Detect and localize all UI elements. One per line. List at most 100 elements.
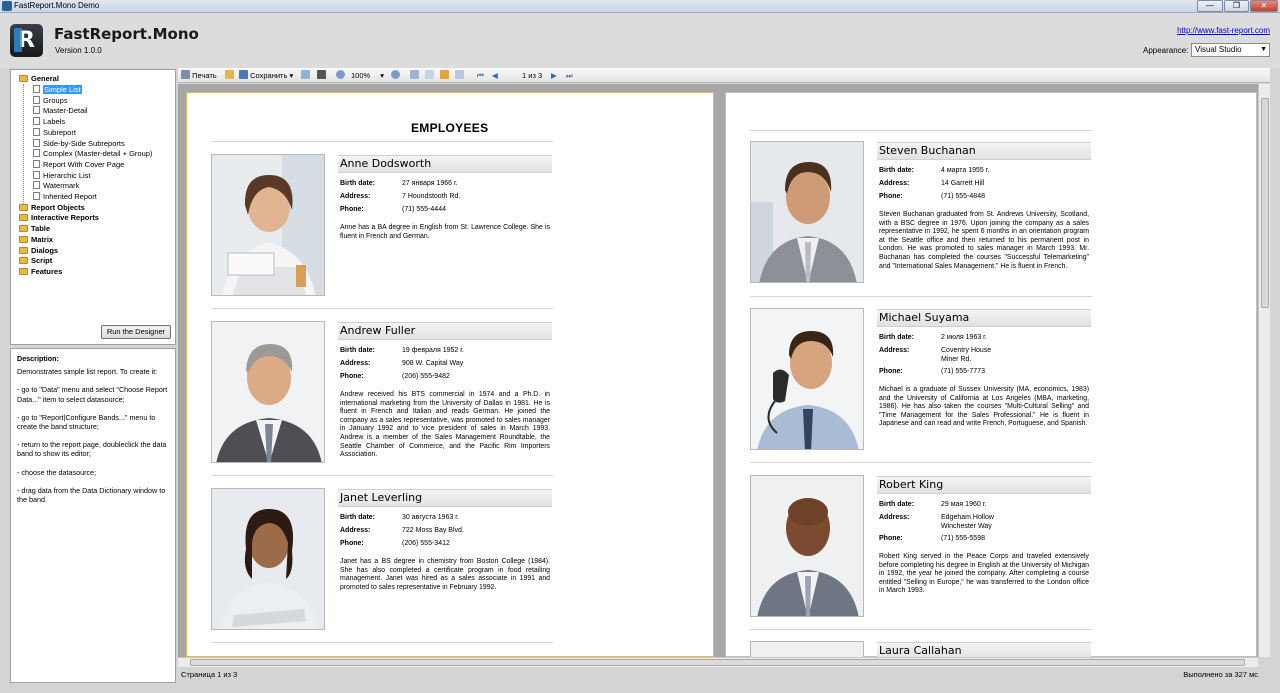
tree-item[interactable]: Watermark xyxy=(33,181,79,191)
tree-item[interactable]: Master-Detail xyxy=(33,106,88,116)
address-label: Address: xyxy=(340,527,371,534)
tree-item[interactable]: Side-by-Side Subreports xyxy=(33,138,125,149)
chevron-down-icon: ▾ xyxy=(380,71,385,80)
appearance-value: Visual Studio xyxy=(1195,45,1242,54)
birth-value: 29 мая 1960 г. xyxy=(941,501,987,508)
horizontal-scrollbar[interactable] xyxy=(178,657,1258,667)
tree-line xyxy=(23,84,24,210)
birth-label: Birth date: xyxy=(879,334,914,341)
tree-category[interactable]: Table xyxy=(19,224,50,234)
next-page-button[interactable]: ▶ xyxy=(551,70,557,81)
tree-category[interactable]: Features xyxy=(19,267,62,277)
find-button[interactable] xyxy=(317,70,326,81)
employee-bio: Andrew received his BTS commercial in 19… xyxy=(340,391,550,459)
employee-photo xyxy=(750,641,864,658)
employee-photo xyxy=(211,488,325,630)
window-title-bar: FastReport.Mono Demo — ❐ ✕ xyxy=(0,0,1280,13)
edit-icon xyxy=(440,70,449,79)
employee-name: Michael Suyama xyxy=(877,309,1091,327)
tree-category-general[interactable]: General xyxy=(19,74,59,84)
tree-category[interactable]: Interactive Reports xyxy=(19,213,99,223)
report-icon xyxy=(33,138,40,147)
separator xyxy=(750,296,1092,297)
tree-item[interactable]: Inherited Report xyxy=(33,192,97,202)
minimize-button[interactable]: — xyxy=(1197,0,1223,12)
app-icon xyxy=(2,1,12,11)
folder-icon xyxy=(19,203,28,211)
description-paragraph: - return to the report page, doubleclick… xyxy=(17,440,167,459)
birth-label: Birth date: xyxy=(879,501,914,508)
report-icon xyxy=(33,95,40,104)
maximize-button[interactable]: ❐ xyxy=(1224,0,1249,12)
save-button[interactable]: Сохранить ▾ xyxy=(239,70,293,81)
separator xyxy=(750,462,1092,463)
report-icon xyxy=(33,127,40,136)
tree-category[interactable]: Dialogs xyxy=(19,246,58,256)
address-value: 908 W. Capital Way xyxy=(402,360,464,367)
zoom-out-button[interactable] xyxy=(336,70,345,81)
folder-icon xyxy=(19,267,28,275)
tree-category[interactable]: Report Objects xyxy=(19,203,85,213)
tree-item[interactable]: Complex (Master-detail + Group) xyxy=(33,149,152,159)
report-icon xyxy=(33,181,40,190)
description-heading: Description: xyxy=(17,354,59,363)
report-page: EMPLOYEES Anne Dodsworth Birth date: 27 … xyxy=(186,92,714,657)
tree-item[interactable]: Groups xyxy=(33,95,68,106)
employee-name: Anne Dodsworth xyxy=(338,155,552,173)
scroll-thumb[interactable] xyxy=(190,659,1245,666)
report-icon xyxy=(33,117,40,126)
zoom-select[interactable]: 100% ▾ xyxy=(351,70,384,81)
folder-icon xyxy=(19,257,28,265)
employee-record: Steven Buchanan Birth date: 4 марта 1955… xyxy=(750,141,1095,291)
zoom-in-button[interactable] xyxy=(391,70,400,81)
tree-item[interactable]: Hierarchic List xyxy=(33,170,91,181)
tree-item[interactable]: Report With Cover Page xyxy=(33,159,124,170)
page-number[interactable]: 1 из 3 xyxy=(522,70,542,81)
tree-category[interactable]: Matrix xyxy=(19,235,53,245)
website-link[interactable]: http://www.fast-report.com xyxy=(1177,26,1270,35)
tree-category[interactable]: Script xyxy=(19,256,52,266)
employee-record: Anne Dodsworth Birth date: 27 января 196… xyxy=(211,154,556,304)
page-setup-button[interactable] xyxy=(425,70,434,81)
address-value: Edgeham Hollow xyxy=(941,514,994,521)
employee-record: Janet Leverling Birth date: 30 августа 1… xyxy=(211,488,556,638)
outline-button[interactable] xyxy=(410,70,419,81)
vertical-scrollbar[interactable] xyxy=(1258,84,1270,657)
employee-bio: Steven Buchanan graduated from St. Andre… xyxy=(879,211,1089,270)
employee-photo xyxy=(211,154,325,296)
address-value: 7 Houndstooth Rd. xyxy=(402,193,461,200)
watermark-icon xyxy=(455,70,464,79)
separator xyxy=(211,141,553,142)
scroll-thumb[interactable] xyxy=(1261,98,1269,308)
description-paragraph: - go to "Report|Configure Bands..." menu… xyxy=(17,412,156,432)
prev-page-button[interactable]: ◀ xyxy=(492,70,498,81)
description-paragraph: Demonstrates simple list report. To crea… xyxy=(17,367,158,377)
edit-button[interactable] xyxy=(440,70,449,81)
email-button[interactable] xyxy=(301,70,310,81)
address-value: 722 Moss Bay Blvd. xyxy=(402,527,464,534)
phone-label: Phone: xyxy=(340,540,364,547)
app-header: R FastReport.Mono Version 1.0.0 http://w… xyxy=(0,13,1280,68)
run-designer-button[interactable]: Run the Designer xyxy=(101,325,171,339)
report-preview[interactable]: EMPLOYEES Anne Dodsworth Birth date: 27 … xyxy=(178,84,1270,658)
employee-name: Janet Leverling xyxy=(338,489,552,507)
employee-record: Andrew Fuller Birth date: 19 февраля 195… xyxy=(211,321,556,471)
tree-item[interactable]: Simple List xyxy=(33,85,82,95)
folder-icon xyxy=(19,214,28,222)
employee-name: Robert King xyxy=(877,476,1091,494)
tree-item[interactable]: Labels xyxy=(33,117,65,127)
first-page-button[interactable]: ⏮ xyxy=(477,70,484,81)
print-button[interactable]: Печать xyxy=(181,70,217,81)
folder-icon xyxy=(19,225,28,233)
folder-open-icon xyxy=(225,70,234,79)
last-page-button[interactable]: ⏭ xyxy=(566,70,573,81)
watermark-button[interactable] xyxy=(455,70,464,81)
phone-label: Phone: xyxy=(879,535,903,542)
close-button[interactable]: ✕ xyxy=(1250,0,1278,12)
open-button[interactable] xyxy=(225,70,234,81)
appearance-select[interactable]: Visual Studio ▼ xyxy=(1191,43,1270,57)
employee-bio: Michael is a graduate of Sussex Universi… xyxy=(879,386,1089,428)
separator xyxy=(211,475,553,476)
tree-item[interactable]: Subreport xyxy=(33,127,76,138)
address-label: Address: xyxy=(879,180,910,187)
